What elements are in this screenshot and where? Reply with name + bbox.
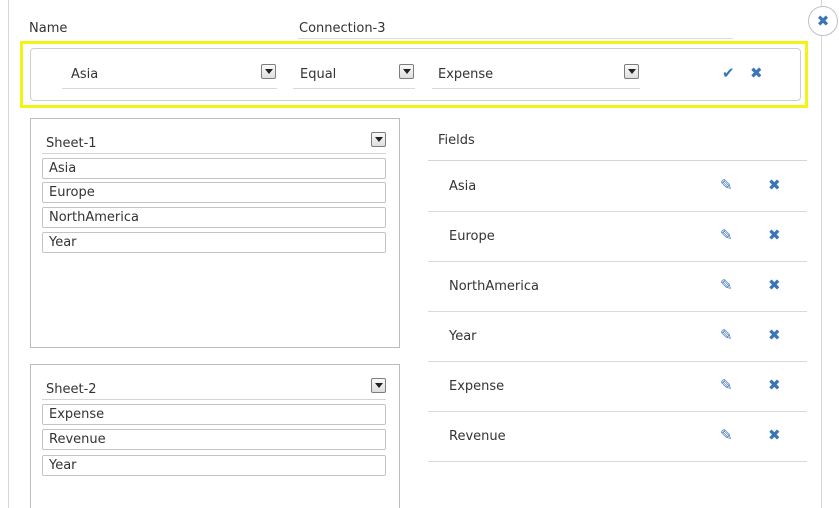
sheet-2-title[interactable]: Sheet-2 (46, 382, 97, 397)
sheet-item[interactable]: Year (42, 232, 386, 253)
x-icon[interactable]: ✖ (768, 226, 781, 244)
sheet-item[interactable]: Year (42, 455, 386, 476)
sheet-2-dropdown[interactable] (371, 378, 386, 393)
field-row: Revenue ✎ ✖ (428, 412, 807, 462)
condition-operator-select[interactable]: Equal (300, 67, 336, 82)
sheet-1-title-underline (42, 153, 386, 154)
x-icon[interactable]: ✖ (768, 276, 781, 294)
pencil-icon[interactable]: ✎ (720, 326, 733, 344)
sheet-item[interactable]: NorthAmerica (42, 207, 386, 228)
x-icon[interactable]: ✖ (768, 426, 781, 444)
dropdown-arrow-icon (374, 383, 383, 388)
condition-value-select[interactable]: Expense (438, 67, 493, 82)
sheet-item[interactable]: Europe (42, 182, 386, 203)
field-label: Revenue (449, 429, 506, 444)
x-icon[interactable]: ✖ (768, 176, 781, 194)
condition-value-dropdown[interactable] (624, 64, 639, 79)
connection-name-field[interactable]: Connection-3 (299, 21, 386, 36)
x-icon[interactable]: ✖ (768, 326, 781, 344)
condition-value-underline (432, 88, 640, 89)
sheet-item[interactable]: Revenue (42, 429, 386, 450)
check-icon[interactable]: ✔ (722, 64, 735, 82)
pencil-icon[interactable]: ✎ (720, 376, 733, 394)
field-label: Year (449, 329, 477, 344)
pencil-icon[interactable]: ✎ (720, 426, 733, 444)
field-row: Year ✎ ✖ (428, 312, 807, 362)
condition-operator-dropdown[interactable] (399, 64, 414, 79)
fields-title: Fields (438, 133, 475, 148)
sheet-item[interactable]: Asia (42, 158, 386, 179)
dropdown-arrow-icon (627, 69, 636, 74)
field-label: NorthAmerica (449, 279, 539, 294)
field-label: Expense (449, 379, 505, 394)
condition-operator-underline (293, 88, 415, 89)
dropdown-arrow-icon (374, 137, 383, 142)
pencil-icon[interactable]: ✎ (720, 226, 733, 244)
sheet-1-dropdown[interactable] (371, 132, 386, 147)
condition-panel (30, 48, 801, 101)
close-icon: ✖ (816, 12, 830, 30)
field-row: NorthAmerica ✎ ✖ (428, 262, 807, 312)
pencil-icon[interactable]: ✎ (720, 176, 733, 194)
sheet-item[interactable]: Expense (42, 404, 386, 425)
field-row: Europe ✎ ✖ (428, 212, 807, 262)
x-icon[interactable]: ✖ (768, 376, 781, 394)
field-label: Europe (449, 229, 495, 244)
field-label: Asia (449, 179, 477, 194)
name-label: Name (29, 21, 68, 36)
field-row: Expense ✎ ✖ (428, 362, 807, 412)
connection-name-underline (298, 38, 733, 39)
condition-field-dropdown[interactable] (261, 64, 276, 79)
x-icon[interactable]: ✖ (750, 64, 763, 82)
condition-field-underline (62, 88, 277, 89)
dropdown-arrow-icon (402, 69, 411, 74)
field-row: Asia ✎ ✖ (428, 162, 807, 212)
condition-field-select[interactable]: Asia (71, 67, 98, 82)
close-dialog-button[interactable]: ✖ (808, 6, 838, 36)
pencil-icon[interactable]: ✎ (720, 276, 733, 294)
fields-divider (428, 160, 807, 161)
sheet-1-title[interactable]: Sheet-1 (46, 136, 97, 151)
dropdown-arrow-icon (264, 69, 273, 74)
sheet-2-title-underline (42, 399, 386, 400)
